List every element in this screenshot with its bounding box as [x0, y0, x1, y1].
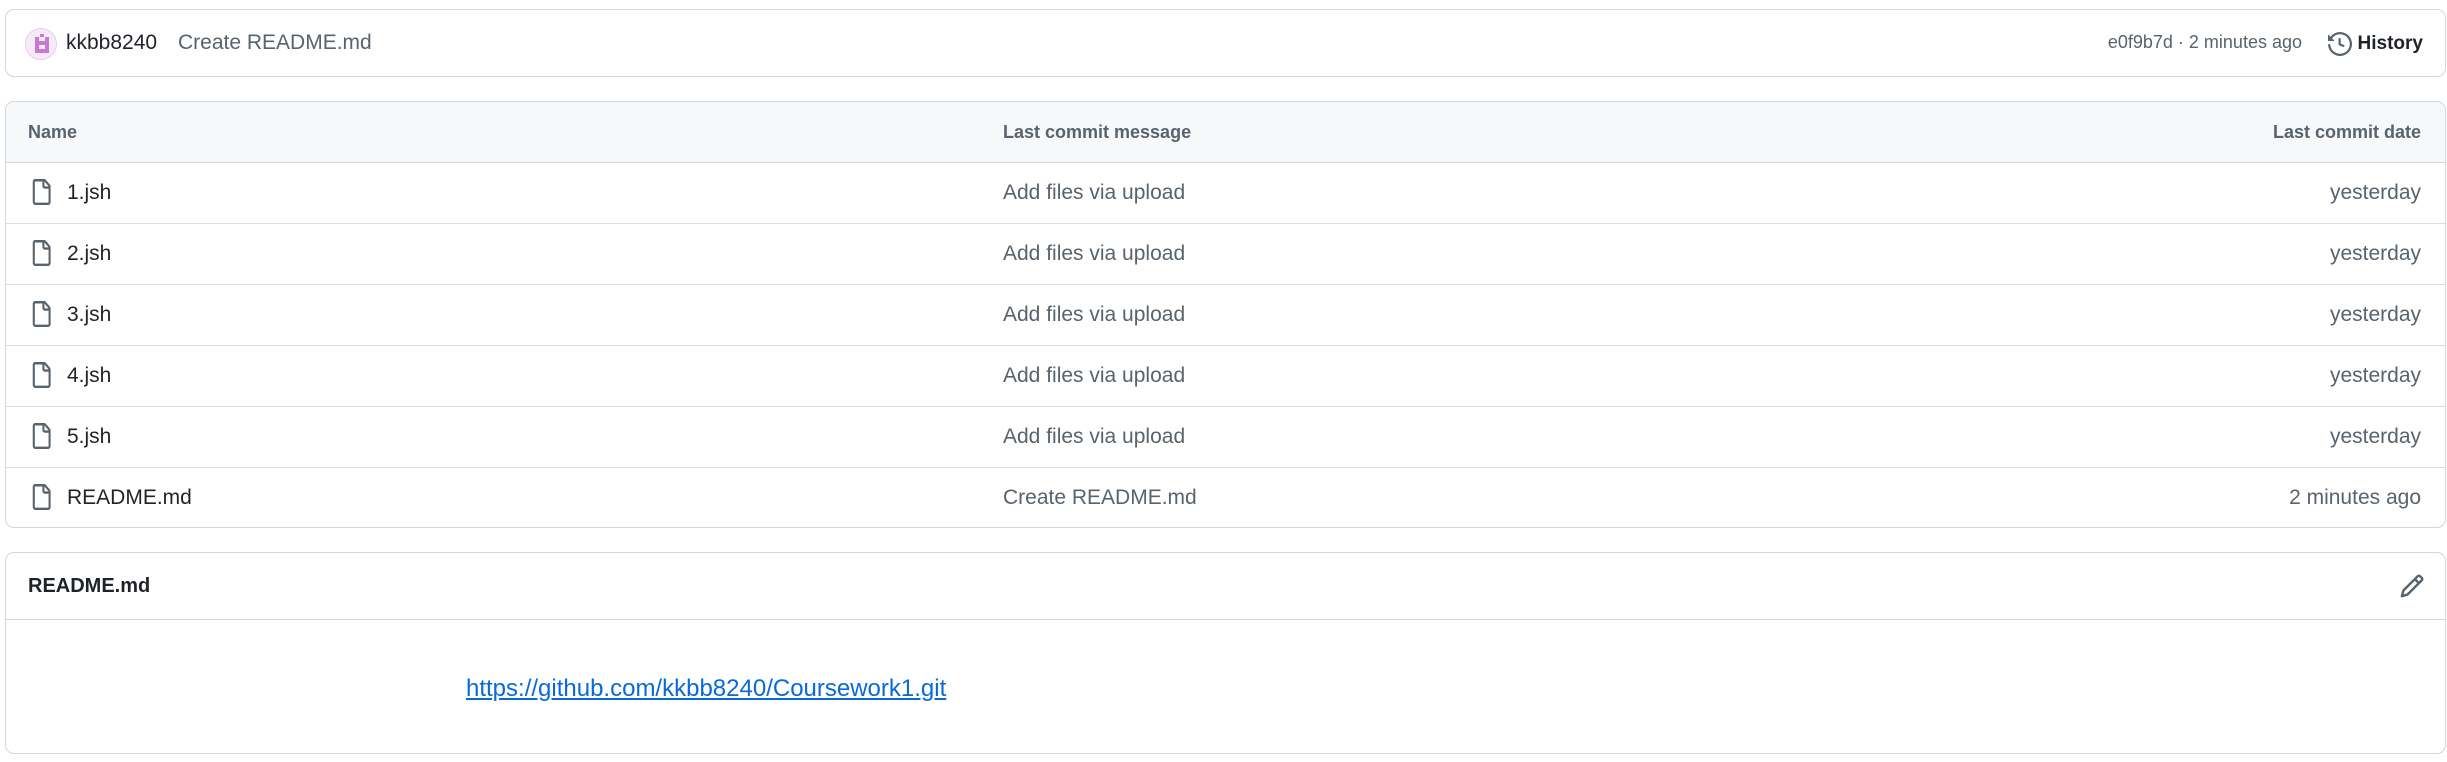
file-commit-date: yesterday — [2329, 181, 2421, 204]
file-commit-date: yesterday — [2329, 364, 2421, 387]
readme-panel: README.md https://github.com/kkbb8240/Co… — [5, 552, 2446, 754]
file-commit-date: 2 minutes ago — [2289, 486, 2421, 509]
file-icon — [30, 484, 52, 510]
file-commit-date: yesterday — [2329, 303, 2421, 326]
table-row[interactable]: README.md Create README.md 2 minutes ago — [6, 468, 2445, 527]
file-icon — [30, 301, 52, 327]
readme-repo-link[interactable]: https://github.com/kkbb8240/Coursework1.… — [466, 675, 946, 703]
file-commit-date: yesterday — [2329, 242, 2421, 265]
author-avatar[interactable] — [25, 28, 57, 60]
readme-header: README.md — [6, 553, 2445, 620]
file-icon — [30, 240, 52, 266]
file-table-header: Name Last commit message Last commit dat… — [6, 102, 2445, 163]
readme-title[interactable]: README.md — [28, 575, 150, 598]
file-commit-message[interactable]: Add files via upload — [1003, 303, 1185, 327]
commit-hash-time[interactable]: e0f9b7d · 2 minutes ago — [2108, 32, 2302, 53]
file-table-body: 1.jsh Add files via upload yesterday 2.jsh A… — [6, 163, 2445, 527]
file-icon — [30, 423, 52, 449]
table-row[interactable]: 5.jsh Add files via upload yesterday — [6, 407, 2445, 468]
column-header-name: Name — [28, 122, 78, 142]
file-icon — [30, 179, 52, 205]
file-name-link[interactable]: 3.jsh — [67, 303, 111, 327]
file-name-link[interactable]: README.md — [67, 486, 192, 510]
history-clock-icon — [2327, 32, 2352, 56]
history-button[interactable]: History — [2327, 28, 2423, 60]
file-commit-message[interactable]: Add files via upload — [1003, 364, 1185, 388]
table-row[interactable]: 3.jsh Add files via upload yesterday — [6, 285, 2445, 346]
file-commit-message[interactable]: Create README.md — [1003, 486, 1197, 510]
pencil-icon[interactable] — [2399, 573, 2425, 599]
file-table: Name Last commit message Last commit dat… — [5, 101, 2446, 528]
table-row[interactable]: 1.jsh Add files via upload yesterday — [6, 163, 2445, 224]
column-header-commit-message: Last commit message — [1003, 122, 1192, 142]
file-name-link[interactable]: 1.jsh — [67, 181, 111, 205]
file-name-link[interactable]: 4.jsh — [67, 364, 111, 388]
file-commit-message[interactable]: Add files via upload — [1003, 242, 1185, 266]
file-commit-date: yesterday — [2329, 425, 2421, 448]
identicon-icon — [26, 29, 56, 59]
column-header-commit-date: Last commit date — [2272, 122, 2421, 142]
commit-author-link[interactable]: kkbb8240 — [66, 31, 157, 55]
table-row[interactable]: 4.jsh Add files via upload yesterday — [6, 346, 2445, 407]
file-commit-message[interactable]: Add files via upload — [1003, 181, 1185, 205]
table-row[interactable]: 2.jsh Add files via upload yesterday — [6, 224, 2445, 285]
file-icon — [30, 362, 52, 388]
file-name-link[interactable]: 2.jsh — [67, 242, 111, 266]
file-name-link[interactable]: 5.jsh — [67, 425, 111, 449]
commit-message[interactable]: Create README.md — [178, 31, 372, 55]
latest-commit-bar: kkbb8240 Create README.md e0f9b7d · 2 mi… — [5, 9, 2446, 77]
history-label: History — [2357, 33, 2423, 54]
file-commit-message[interactable]: Add files via upload — [1003, 425, 1185, 449]
